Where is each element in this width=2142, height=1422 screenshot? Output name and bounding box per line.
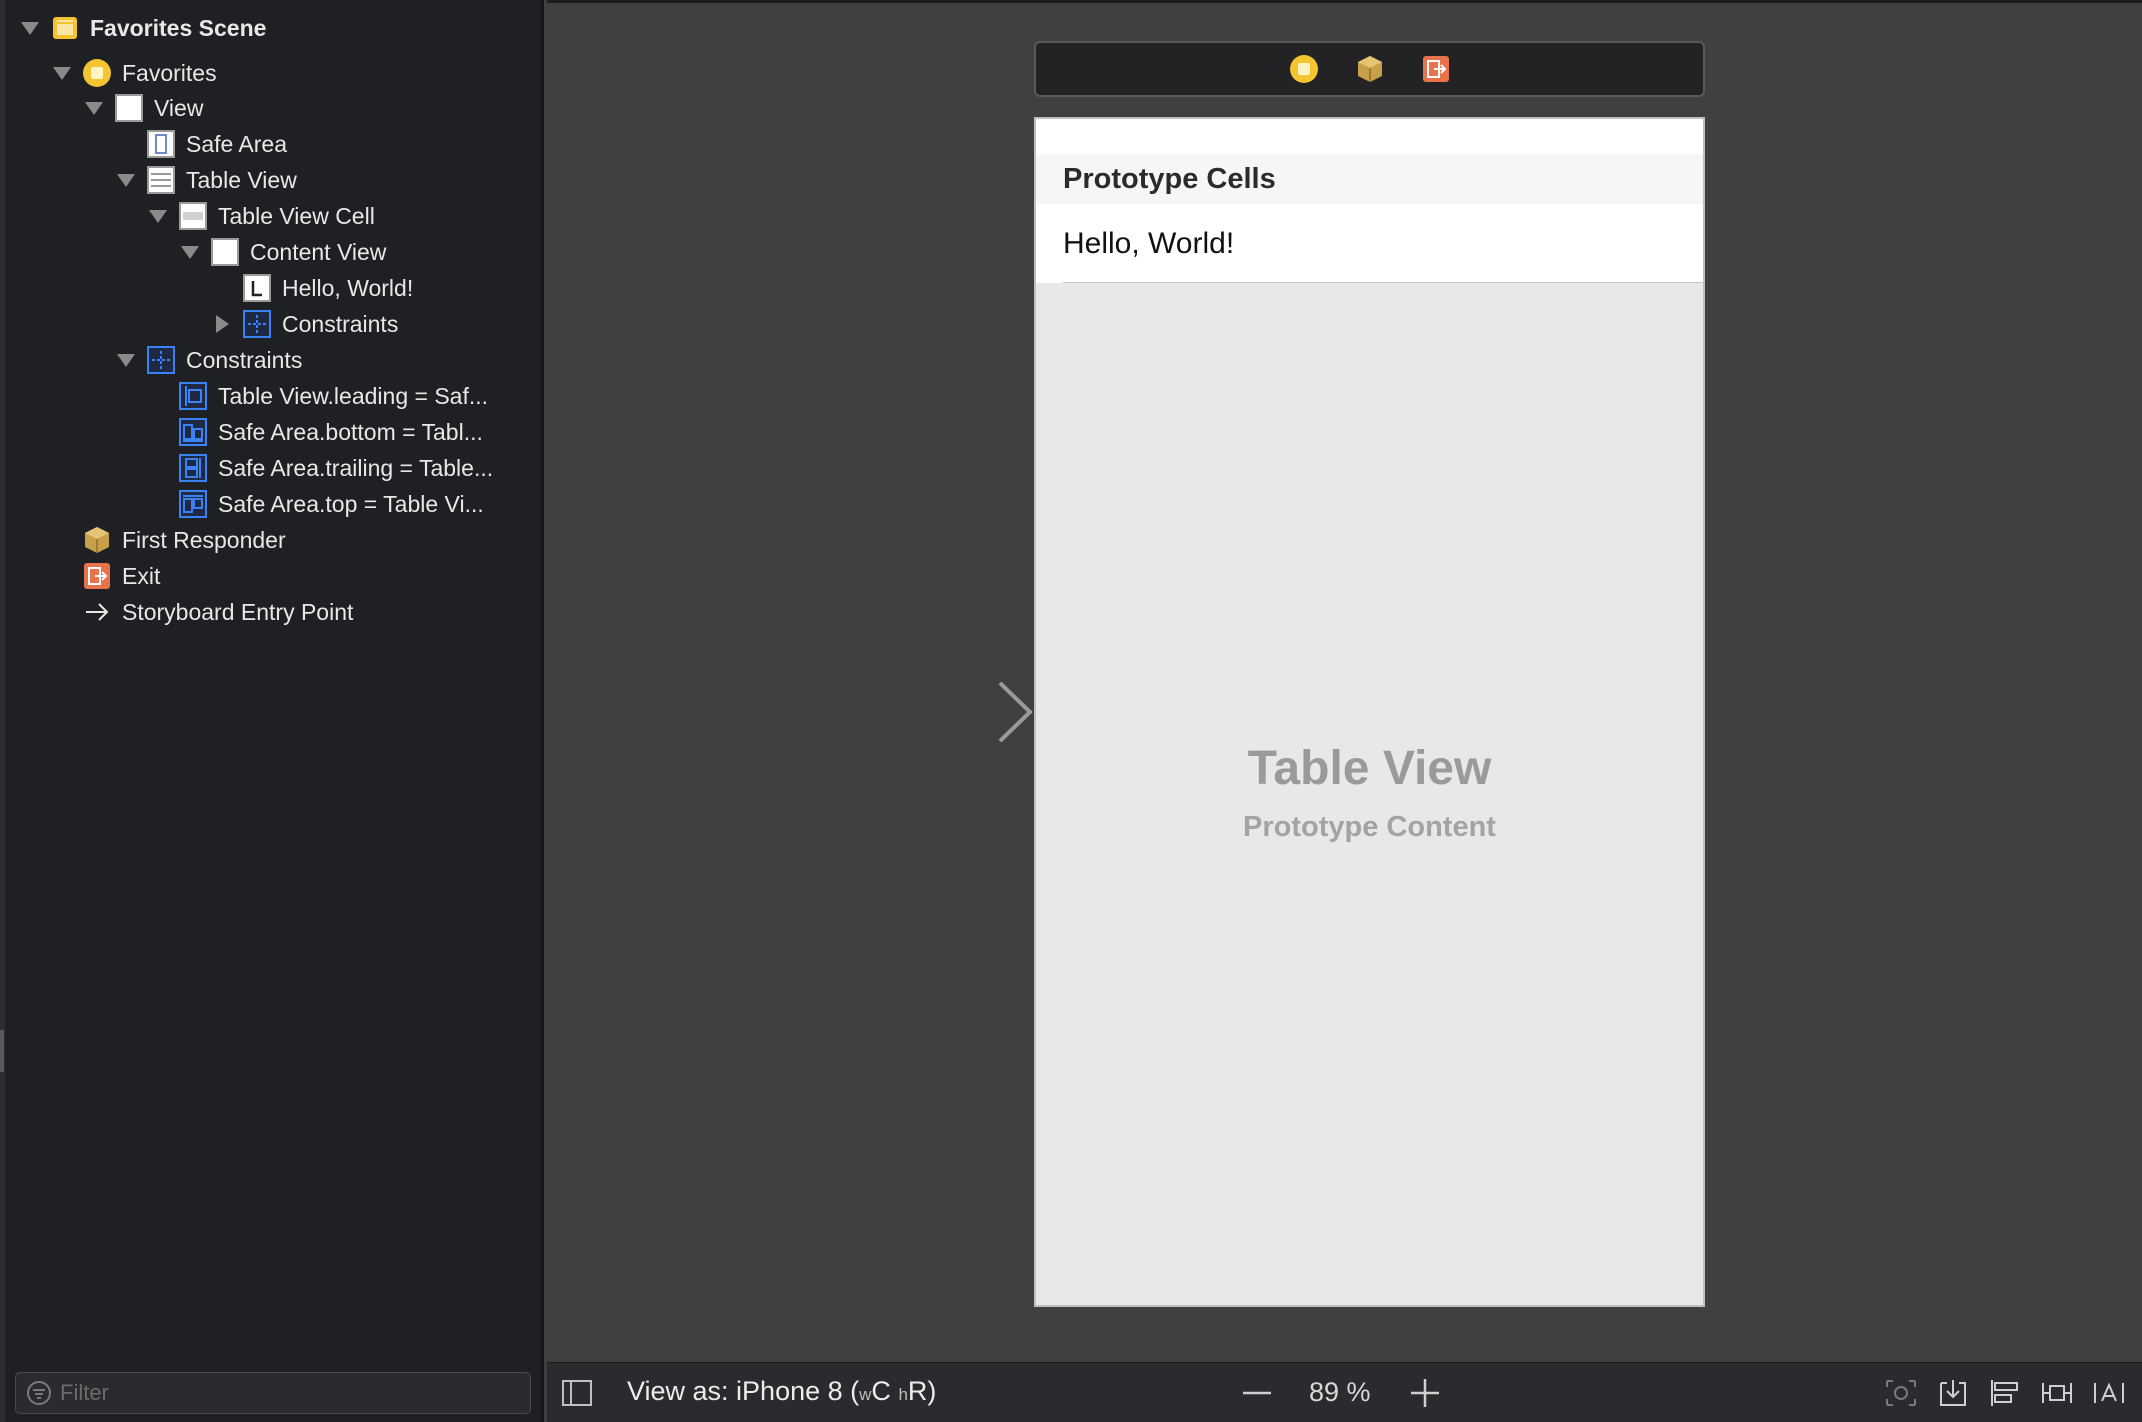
filter-input[interactable] — [60, 1380, 500, 1406]
outline-row-favorites-scene[interactable]: Favorites Scene — [18, 10, 266, 46]
outline-row-content-view[interactable]: Content View — [178, 234, 386, 270]
outline-row-exit[interactable]: Exit — [50, 558, 160, 594]
outline-row-label: Favorites — [122, 59, 217, 86]
sidebar-resize-handle[interactable] — [0, 1030, 4, 1072]
top-constraint-icon — [178, 489, 208, 519]
align-icon[interactable] — [1987, 1377, 2023, 1409]
toggle-document-outline-icon[interactable] — [561, 1378, 595, 1408]
disclosure-collapsed-icon[interactable] — [210, 312, 234, 336]
status-bar-area — [1036, 119, 1703, 154]
outline-filter[interactable] — [15, 1372, 531, 1414]
device-configuration-button[interactable]: View as: iPhone 8 (wC hR) — [627, 1376, 936, 1407]
disclosure-expanded-icon[interactable] — [146, 204, 170, 228]
disclosure-expanded-icon[interactable] — [18, 16, 42, 40]
size-class-w-small: w — [859, 1385, 872, 1404]
cell-separator — [1063, 282, 1703, 283]
safe-area-icon — [146, 129, 176, 159]
table-view-icon — [146, 165, 176, 195]
outline-row-favorites[interactable]: Favorites — [50, 55, 217, 91]
disclosure-expanded-icon[interactable] — [178, 240, 202, 264]
outline-row-label: Table View — [186, 166, 297, 193]
update-frames-icon[interactable] — [1883, 1377, 1919, 1409]
disclosure-expanded-icon[interactable] — [82, 96, 106, 120]
disclosure-expanded-icon[interactable] — [50, 61, 74, 85]
embed-in-icon[interactable] — [1935, 1377, 1971, 1409]
outline-row-view[interactable]: View — [82, 90, 203, 126]
outline-row-storyboard-entry-point[interactable]: Storyboard Entry Point — [50, 594, 353, 630]
bottom-constraint-icon — [178, 417, 208, 447]
outline-row-label: Safe Area.top = Table Vi... — [218, 490, 484, 517]
trailing-constraint-icon — [178, 453, 208, 483]
outline-row-constraint-leading[interactable]: Table View.leading = Saf... — [146, 378, 488, 414]
disclosure-expanded-icon[interactable] — [114, 348, 138, 372]
first-responder-icon[interactable] — [1354, 53, 1386, 85]
outline-row-label: Safe Area.trailing = Table... — [218, 454, 494, 481]
entry-point-arrow-icon — [82, 597, 112, 627]
constraints-icon — [146, 345, 176, 375]
prototype-cells-header: Prototype Cells — [1036, 154, 1703, 204]
outline-row-constraint-trailing[interactable]: Safe Area.trailing = Table... — [146, 450, 493, 486]
outline-row-label: Table View Cell — [218, 202, 375, 229]
leading-constraint-icon — [178, 381, 208, 411]
outline-row-label: Table View.leading = Saf... — [218, 382, 489, 409]
section-header-label: Prototype Cells — [1063, 162, 1276, 195]
outline-row-label: First Responder — [122, 526, 286, 553]
filter-icon — [27, 1381, 51, 1405]
outline-row-label: Exit — [122, 562, 161, 589]
outline-row-table-view-cell[interactable]: Table View Cell — [146, 198, 375, 234]
label-icon — [242, 273, 272, 303]
constraints-icon — [242, 309, 272, 339]
outline-row-label: View — [154, 94, 204, 121]
outline-row-label: Constraints — [186, 346, 303, 373]
document-outline: Favorites Scene Favorites View Safe Area… — [0, 0, 544, 1422]
entry-point-arrow-icon[interactable] — [858, 680, 1038, 744]
outline-row-view-constraints[interactable]: Constraints — [114, 342, 302, 378]
view-icon — [210, 237, 240, 267]
add-constraints-icon[interactable] — [2039, 1377, 2075, 1409]
size-class-h: R) — [907, 1376, 937, 1406]
outline-row-label: Safe Area.bottom = Tabl... — [218, 418, 483, 445]
outline-row-cell-constraints[interactable]: Constraints — [210, 306, 398, 342]
view-controller-icon[interactable] — [1288, 53, 1320, 85]
table-view-placeholder-title: Table View — [1247, 742, 1492, 795]
zoom-out-icon[interactable] — [1237, 1377, 1277, 1409]
outline-row-table-view[interactable]: Table View — [114, 162, 297, 198]
view-as-prefix: View as: iPhone 8 ( — [627, 1376, 860, 1406]
disclosure-expanded-icon[interactable] — [114, 168, 138, 192]
sidebar-edge — [0, 0, 5, 1422]
cell-label[interactable]: Hello, World! — [1063, 227, 1234, 261]
view-controller-icon — [82, 58, 112, 88]
exit-icon[interactable] — [1420, 53, 1452, 85]
outline-row-label: Constraints — [282, 310, 399, 337]
outline-row-label: Safe Area — [186, 130, 288, 157]
view-icon — [114, 93, 144, 123]
outline-row-label: Storyboard Entry Point — [122, 598, 354, 625]
outline-row-label: Content View — [250, 238, 387, 265]
outline-row-constraint-bottom[interactable]: Safe Area.bottom = Tabl... — [146, 414, 483, 450]
prototype-table-cell[interactable]: Hello, World! — [1036, 204, 1703, 283]
table-view-placeholder-subtitle: Prototype Content — [1243, 811, 1496, 843]
zoom-in-icon[interactable] — [1407, 1375, 1443, 1411]
outline-row-safe-area[interactable]: Safe Area — [114, 126, 287, 162]
size-class-h-small: h — [898, 1385, 908, 1404]
canvas-bottom-bar: View as: iPhone 8 (wC hR) 89 % — [547, 1362, 2142, 1422]
resolve-issues-icon[interactable] — [2091, 1377, 2127, 1409]
scene-dock — [1034, 41, 1705, 97]
outline-row-label: Favorites Scene — [90, 14, 267, 41]
table-view-cell-icon — [178, 201, 208, 231]
first-responder-icon — [82, 525, 112, 555]
outline-row-constraint-top[interactable]: Safe Area.top = Table Vi... — [146, 486, 484, 522]
outline-row-label: Hello, World! — [282, 274, 414, 301]
exit-icon — [82, 561, 112, 591]
zoom-level[interactable]: 89 % — [1309, 1377, 1371, 1408]
view-controller-scene[interactable]: Prototype Cells Hello, World! Table View… — [1034, 117, 1705, 1307]
outline-row-hello-world-label[interactable]: Hello, World! — [210, 270, 413, 306]
outline-row-first-responder[interactable]: First Responder — [50, 522, 286, 558]
size-class-w: C — [871, 1376, 891, 1406]
scene-icon — [50, 13, 80, 43]
